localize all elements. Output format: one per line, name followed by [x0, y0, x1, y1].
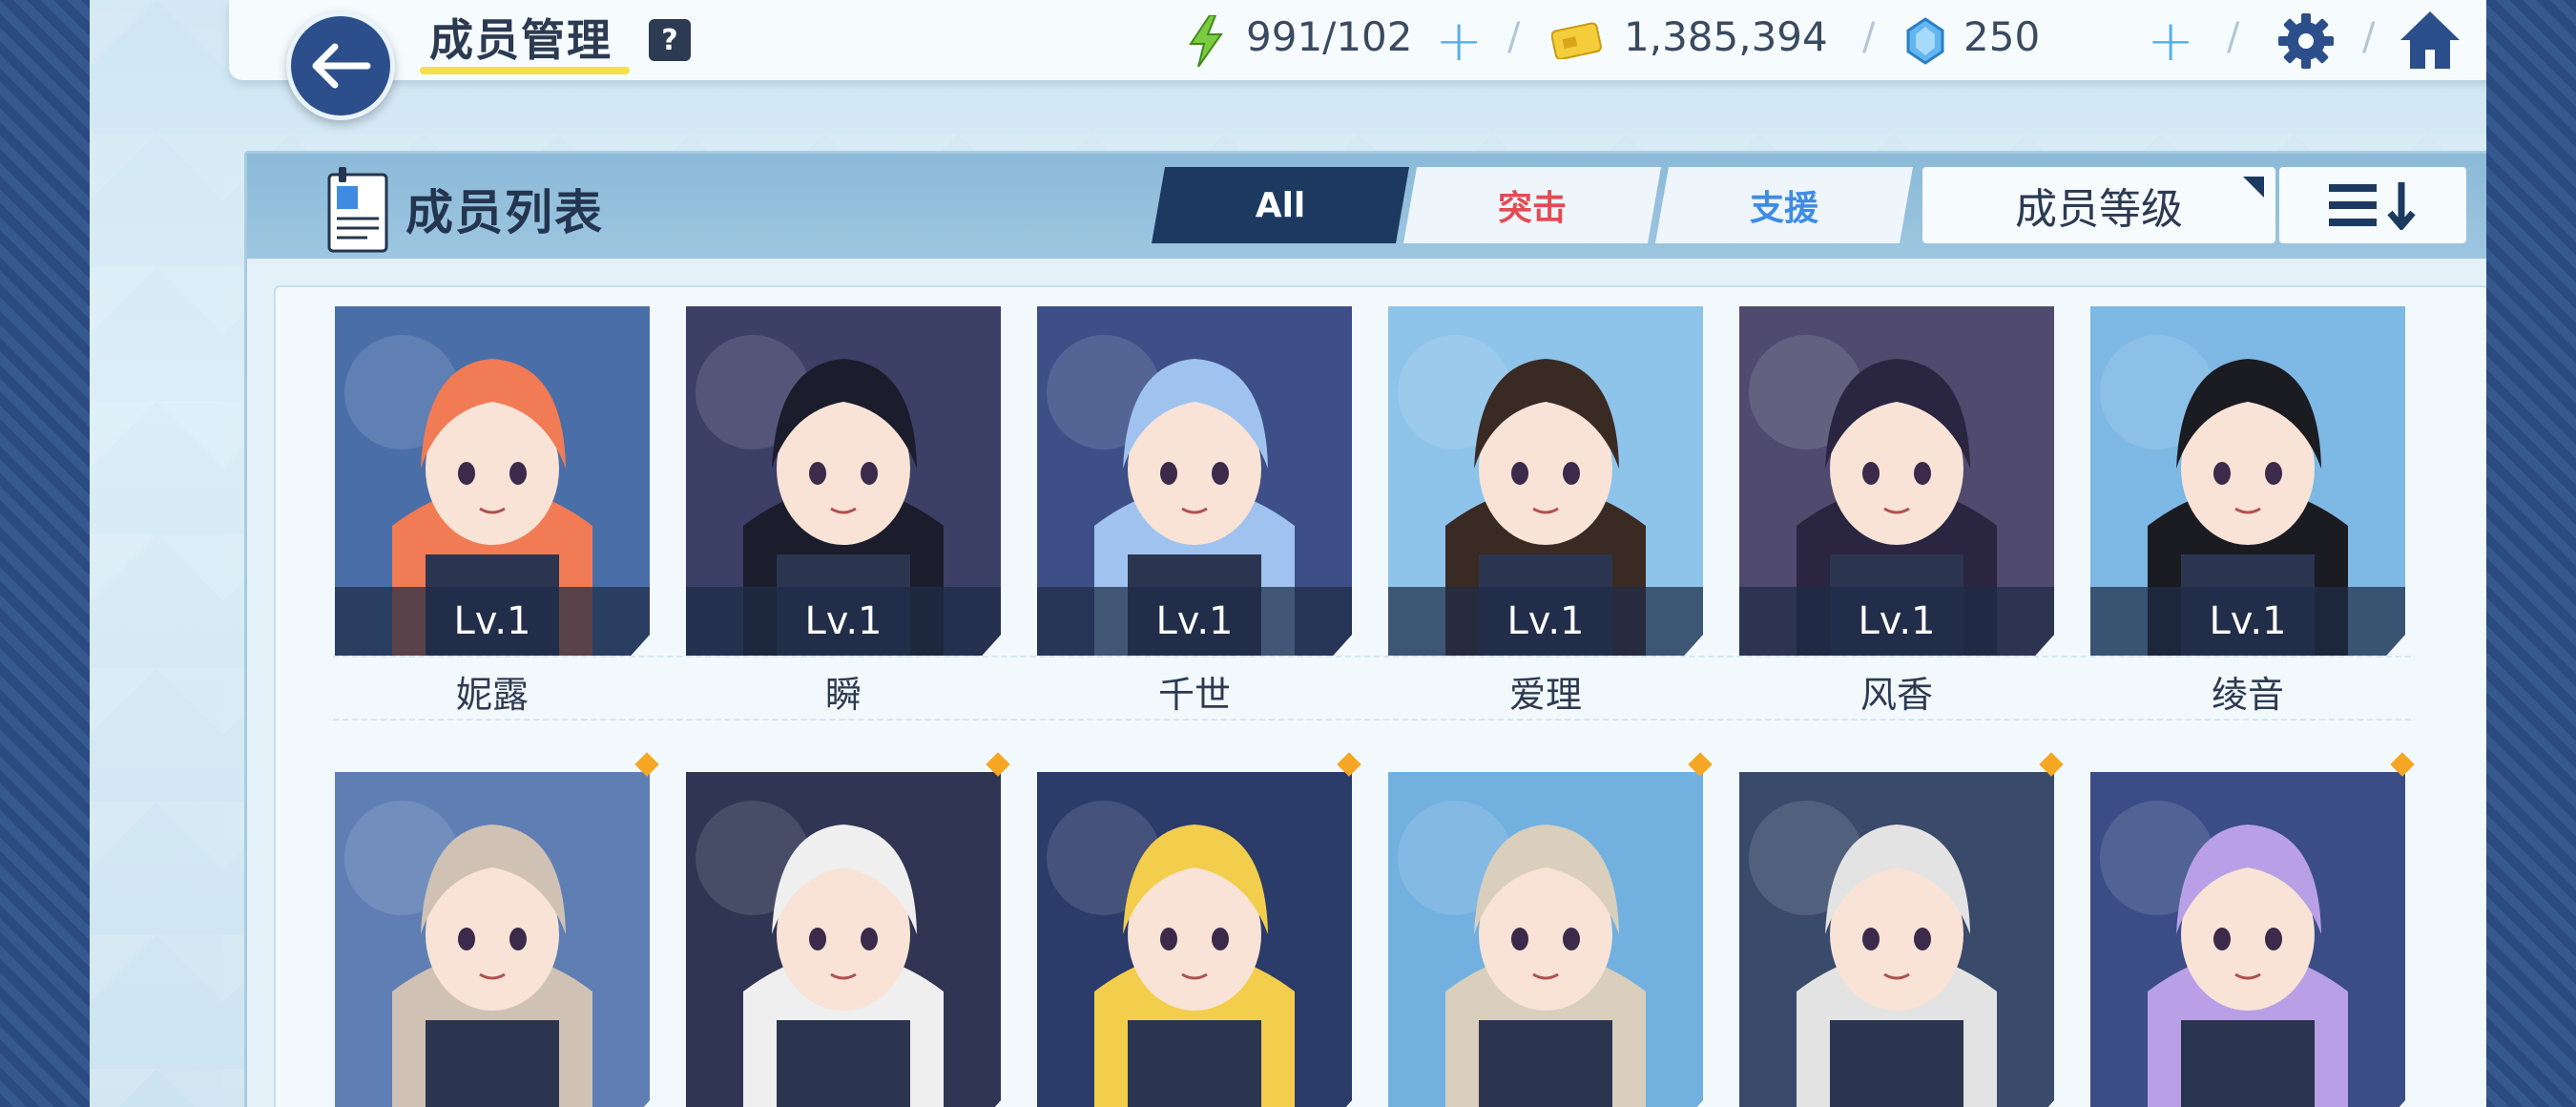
- member-card[interactable]: [1739, 772, 2054, 1107]
- character-portrait: [686, 772, 1001, 1107]
- member-card[interactable]: Lv.1: [1739, 306, 2054, 656]
- level-badge: Lv.1: [1037, 587, 1352, 656]
- divider: /: [1862, 15, 1876, 59]
- divider: /: [2362, 15, 2376, 59]
- card-art: [1037, 772, 1352, 1107]
- member-list-panel: 成员列表 All 突击 支援 成员等级 Lv.1 妮露 Lv.1 瞬 Lv.1 …: [244, 151, 2486, 1107]
- tab-support[interactable]: 支援: [1655, 167, 1913, 243]
- member-name: 绫音: [2211, 674, 2284, 716]
- title-underline: [420, 67, 630, 74]
- member-card[interactable]: Lv.1: [1388, 306, 1703, 656]
- member-card[interactable]: Lv.1: [686, 306, 1001, 656]
- energy-value: 991/102: [1246, 13, 1413, 60]
- divider: /: [1507, 15, 1521, 59]
- card-art: [1388, 772, 1703, 1107]
- member-card[interactable]: [2090, 772, 2405, 1107]
- member-name: 风香: [1859, 674, 1933, 716]
- credits-value: 1,385,394: [1624, 13, 1828, 60]
- member-name: 千世: [1157, 674, 1231, 716]
- member-name: 爱理: [1508, 674, 1582, 716]
- level-badge: Lv.1: [1739, 587, 2054, 656]
- credit-card-icon: [1550, 21, 1603, 63]
- card-art: [1739, 772, 2054, 1107]
- tab-striker[interactable]: 突击: [1403, 167, 1661, 243]
- gear-icon[interactable]: [2276, 11, 2336, 74]
- member-card[interactable]: Lv.1: [2090, 306, 2405, 656]
- member-name: 瞬: [824, 674, 862, 716]
- arrow-left-icon: [312, 43, 371, 89]
- page-title: 成员管理: [429, 14, 613, 66]
- card-art: Lv.1: [335, 306, 650, 656]
- member-card[interactable]: [686, 772, 1001, 1107]
- card-art: Lv.1: [1739, 306, 2054, 656]
- level-badge: Lv.1: [335, 587, 650, 656]
- card-art: Lv.1: [686, 306, 1001, 656]
- gem-icon: [1906, 17, 1944, 69]
- card-art: Lv.1: [1037, 306, 1352, 656]
- member-grid: Lv.1 妮露 Lv.1 瞬 Lv.1 千世 Lv.1 爱理 Lv.1 风香 L…: [274, 285, 2486, 1107]
- add-energy-button[interactable]: +: [1435, 8, 1483, 74]
- character-portrait: [1388, 772, 1703, 1107]
- home-icon[interactable]: [2399, 10, 2462, 74]
- row-divider: [333, 719, 2411, 721]
- character-portrait: [1739, 772, 2054, 1107]
- character-portrait: [2090, 772, 2405, 1107]
- card-art: Lv.1: [2090, 306, 2405, 656]
- energy-icon: [1187, 14, 1225, 71]
- card-art: [335, 772, 650, 1107]
- add-gems-button[interactable]: +: [2147, 8, 2194, 74]
- screen: 991/102 + / 1,385,394 / 250 + / / 成员管理 ?…: [90, 0, 2486, 1107]
- sort-order-button[interactable]: [2279, 167, 2466, 243]
- member-card[interactable]: [1037, 772, 1352, 1107]
- card-art: Lv.1: [1388, 306, 1703, 656]
- sort-order-icon: [2329, 182, 2416, 230]
- sort-dropdown[interactable]: 成员等级: [1922, 167, 2275, 243]
- member-card[interactable]: Lv.1: [1037, 306, 1352, 656]
- member-card[interactable]: [1388, 772, 1703, 1107]
- member-card[interactable]: [335, 772, 650, 1107]
- gems-value: 250: [1963, 13, 2041, 60]
- help-button[interactable]: ?: [649, 19, 691, 61]
- tab-all[interactable]: All: [1152, 167, 1409, 243]
- character-portrait: [1037, 772, 1352, 1107]
- level-badge: Lv.1: [686, 587, 1001, 656]
- divider: /: [2227, 15, 2240, 59]
- level-badge: Lv.1: [1388, 587, 1703, 656]
- member-card[interactable]: Lv.1: [335, 306, 650, 656]
- card-art: [2090, 772, 2405, 1107]
- card-art: [686, 772, 1001, 1107]
- character-portrait: [335, 772, 650, 1107]
- panel-header: 成员列表 All 突击 支援 成员等级: [247, 154, 2486, 259]
- panel-title: 成员列表: [405, 185, 604, 240]
- document-icon: [323, 167, 392, 259]
- back-button[interactable]: [286, 11, 395, 120]
- row-divider: [333, 656, 2411, 658]
- member-name: 妮露: [455, 674, 529, 716]
- level-badge: Lv.1: [2090, 587, 2405, 656]
